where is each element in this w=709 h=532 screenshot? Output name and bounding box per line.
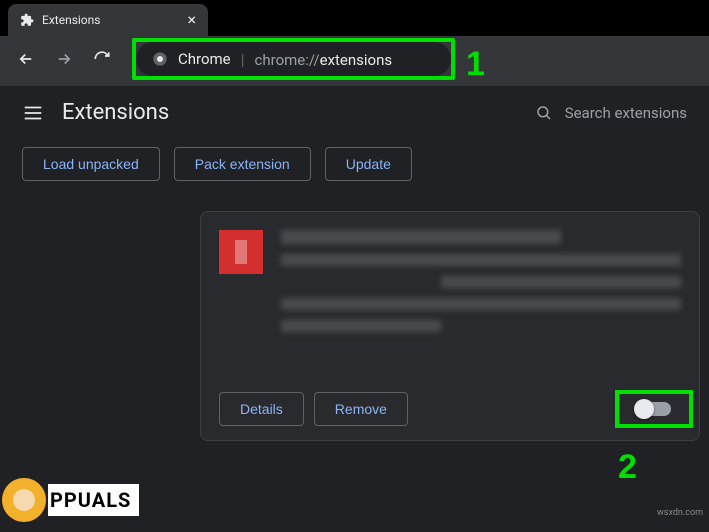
extensions-page: Extensions Search extensions Load unpack… bbox=[0, 86, 709, 532]
tab-strip: Extensions × bbox=[0, 0, 709, 36]
address-bar[interactable]: Chrome | chrome://extensions bbox=[136, 42, 451, 76]
pack-extension-button[interactable]: Pack extension bbox=[174, 147, 311, 181]
search-icon bbox=[535, 104, 553, 122]
puzzle-icon bbox=[20, 13, 34, 27]
details-button[interactable]: Details bbox=[219, 392, 304, 426]
omnibox-prefix: Chrome bbox=[178, 50, 231, 68]
update-button[interactable]: Update bbox=[325, 147, 412, 181]
appuals-logo: PPUALS bbox=[2, 478, 139, 522]
forward-icon[interactable] bbox=[52, 47, 76, 71]
reload-icon[interactable] bbox=[90, 47, 114, 71]
remove-button[interactable]: Remove bbox=[314, 392, 408, 426]
action-button-row: Load unpacked Pack extension Update bbox=[0, 139, 709, 201]
toggle-knob bbox=[634, 399, 654, 419]
browser-tab[interactable]: Extensions × bbox=[8, 4, 208, 36]
omnibox-url: chrome://extensions bbox=[255, 50, 393, 69]
navigation-bar: Chrome | chrome://extensions bbox=[0, 36, 709, 86]
menu-icon[interactable] bbox=[22, 102, 44, 124]
back-icon[interactable] bbox=[14, 47, 38, 71]
page-title: Extensions bbox=[62, 100, 497, 125]
watermark: wsxdn.com bbox=[657, 508, 703, 518]
extension-card: Details Remove bbox=[200, 211, 700, 441]
page-header: Extensions Search extensions bbox=[0, 86, 709, 139]
search-box[interactable]: Search extensions bbox=[515, 104, 687, 122]
enable-toggle[interactable] bbox=[637, 402, 671, 416]
close-icon[interactable]: × bbox=[187, 12, 196, 28]
extension-info-obscured bbox=[281, 230, 681, 332]
load-unpacked-button[interactable]: Load unpacked bbox=[22, 147, 160, 181]
logo-text: PPUALS bbox=[48, 484, 139, 516]
chrome-icon bbox=[152, 51, 168, 67]
extension-icon bbox=[219, 230, 263, 274]
search-placeholder: Search extensions bbox=[565, 104, 687, 122]
omnibox-separator: | bbox=[241, 50, 245, 69]
tab-title: Extensions bbox=[42, 13, 100, 27]
